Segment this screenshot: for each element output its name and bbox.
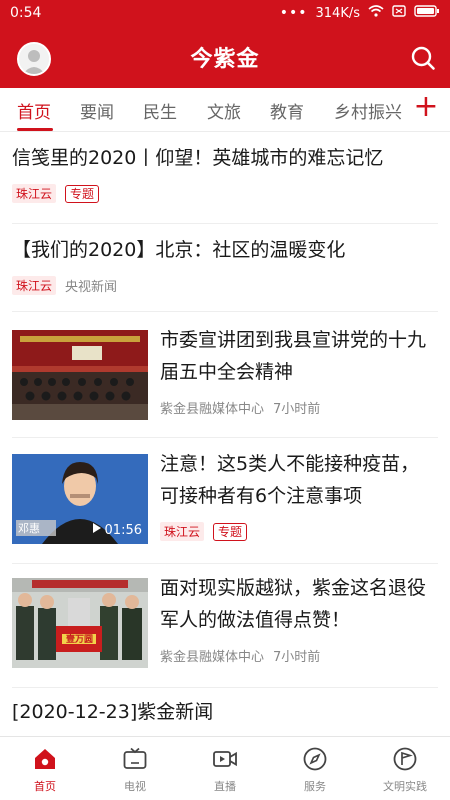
news-meta: 紫金县融媒体中心 7小时前 bbox=[160, 646, 438, 665]
news-item[interactable]: 【我们的2020】北京：社区的温暖变化 珠江云 央视新闻 bbox=[12, 226, 438, 312]
nav-label-civilization-practice: 文明实践 bbox=[383, 780, 427, 793]
nav-label-home: 首页 bbox=[34, 780, 56, 793]
search-icon[interactable] bbox=[410, 45, 436, 71]
news-title: 【我们的2020】北京：社区的温暖变化 bbox=[12, 239, 346, 261]
nav-service[interactable]: 服务 bbox=[270, 737, 360, 800]
news-meta: 珠江云 央视新闻 bbox=[12, 276, 438, 295]
news-title: 注意！这5类人不能接种疫苗，可接种者有6个注意事项 bbox=[160, 453, 420, 507]
nav-label-live: 直播 bbox=[214, 780, 236, 793]
nav-home[interactable]: 首页 bbox=[0, 737, 90, 800]
news-item[interactable]: [2020-12-23]紫金新闻 bbox=[12, 692, 438, 736]
news-meta: 紫金县融媒体中心 7小时前 bbox=[160, 398, 438, 417]
nav-label-tv: 电视 bbox=[124, 780, 146, 793]
tab-headlines[interactable]: 要闻 bbox=[80, 98, 114, 123]
tab-home[interactable]: 首页 bbox=[17, 98, 51, 123]
home-icon bbox=[32, 746, 58, 772]
news-meta: 珠江云 专题 bbox=[12, 184, 438, 203]
user-avatar-icon[interactable] bbox=[17, 42, 51, 76]
active-tab-indicator bbox=[17, 128, 53, 131]
nav-label-service: 服务 bbox=[304, 780, 326, 793]
wifi-icon bbox=[368, 5, 384, 21]
status-right: ••• 314K/s bbox=[280, 5, 440, 21]
news-body: 面对现实版越狱，紫金这名退役军人的做法值得点赞！ 紫金县融媒体中心 7小时前 bbox=[160, 572, 438, 665]
play-icon bbox=[92, 522, 102, 538]
news-source: 紫金县融媒体中心 bbox=[160, 650, 265, 665]
news-title: [2020-12-23]紫金新闻 bbox=[12, 701, 214, 723]
category-tabs: 首页 要闻 民生 文旅 教育 乡村振兴 + bbox=[0, 88, 450, 132]
news-item[interactable]: 市委宣讲团到我县宣讲党的十九届五中全会精神 紫金县融媒体中心 7小时前 bbox=[12, 314, 438, 438]
news-body: 注意！这5类人不能接种疫苗，可接种者有6个注意事项 珠江云 专题 bbox=[160, 448, 438, 541]
compass-icon bbox=[302, 746, 328, 772]
battery-icon bbox=[414, 5, 440, 21]
award-ceremony-photo: 壹万圆 bbox=[12, 578, 148, 668]
news-title: 市委宣讲团到我县宣讲党的十九届五中全会精神 bbox=[160, 329, 427, 383]
tab-education[interactable]: 教育 bbox=[270, 98, 304, 123]
meeting-hall-photo bbox=[12, 330, 148, 420]
news-item[interactable]: 信笺里的2020丨仰望！英雄城市的难忘记忆 珠江云 专题 bbox=[12, 142, 438, 224]
press-conference-video: 邓惠 01:56 bbox=[12, 454, 148, 544]
status-time: 0:54 bbox=[10, 5, 42, 21]
news-body: 市委宣讲团到我县宣讲党的十九届五中全会精神 紫金县融媒体中心 7小时前 bbox=[160, 324, 438, 417]
network-speed: 314K/s bbox=[315, 5, 361, 21]
tab-livelihood[interactable]: 民生 bbox=[143, 98, 177, 123]
news-time: 7小时前 bbox=[273, 402, 321, 417]
thumb-banner: 壹万圆 bbox=[66, 635, 94, 645]
app-title: 今紫金 bbox=[190, 47, 260, 72]
sim-icon bbox=[392, 5, 406, 21]
plus-icon[interactable]: + bbox=[412, 92, 440, 122]
nav-tv[interactable]: 电视 bbox=[90, 737, 180, 800]
status-bar: 0:54 ••• 314K/s bbox=[0, 0, 450, 26]
news-title: 信笺里的2020丨仰望！英雄城市的难忘记忆 bbox=[12, 147, 384, 169]
topic-badge: 专题 bbox=[65, 184, 100, 203]
source-badge: 珠江云 bbox=[12, 184, 57, 203]
tab-culture-tourism[interactable]: 文旅 bbox=[207, 98, 241, 123]
source-badge: 珠江云 bbox=[160, 522, 205, 541]
flag-icon bbox=[392, 746, 418, 772]
tab-rural-revitalization[interactable]: 乡村振兴 bbox=[334, 98, 402, 123]
news-meta: 珠江云 专题 bbox=[160, 522, 438, 541]
news-title: 面对现实版越狱，紫金这名退役军人的做法值得点赞！ bbox=[160, 577, 427, 631]
news-item[interactable]: 壹万圆 面对现实版越狱，紫金这名退役军人的做法值得点赞！ 紫金县融媒体中心 7小… bbox=[12, 566, 438, 688]
news-feed[interactable]: 信笺里的2020丨仰望！英雄城市的难忘记忆 珠江云 专题 【我们的2020】北京… bbox=[0, 132, 450, 736]
video-duration-label: 01:56 bbox=[104, 522, 142, 538]
thumb-caption: 邓惠 bbox=[18, 522, 40, 535]
news-item[interactable]: 邓惠 01:56 注意！这5类人不能接种疫苗，可接种者有6个注意事项 珠江云 专… bbox=[12, 440, 438, 564]
tv-icon bbox=[122, 746, 148, 772]
video-duration: 01:56 bbox=[92, 522, 142, 538]
nav-civilization-practice[interactable]: 文明实践 bbox=[360, 737, 450, 800]
live-video-icon bbox=[212, 746, 238, 772]
news-origin: 央视新闻 bbox=[65, 280, 118, 295]
notification-dots: ••• bbox=[279, 5, 308, 21]
bottom-nav: 首页 电视 直播 服务 文明实践 bbox=[0, 736, 450, 800]
news-time: 7小时前 bbox=[273, 650, 321, 665]
source-badge: 珠江云 bbox=[12, 276, 57, 295]
news-source: 紫金县融媒体中心 bbox=[160, 402, 265, 417]
app-header: 今紫金 bbox=[0, 26, 450, 88]
nav-live[interactable]: 直播 bbox=[180, 737, 270, 800]
topic-badge: 专题 bbox=[213, 522, 248, 541]
